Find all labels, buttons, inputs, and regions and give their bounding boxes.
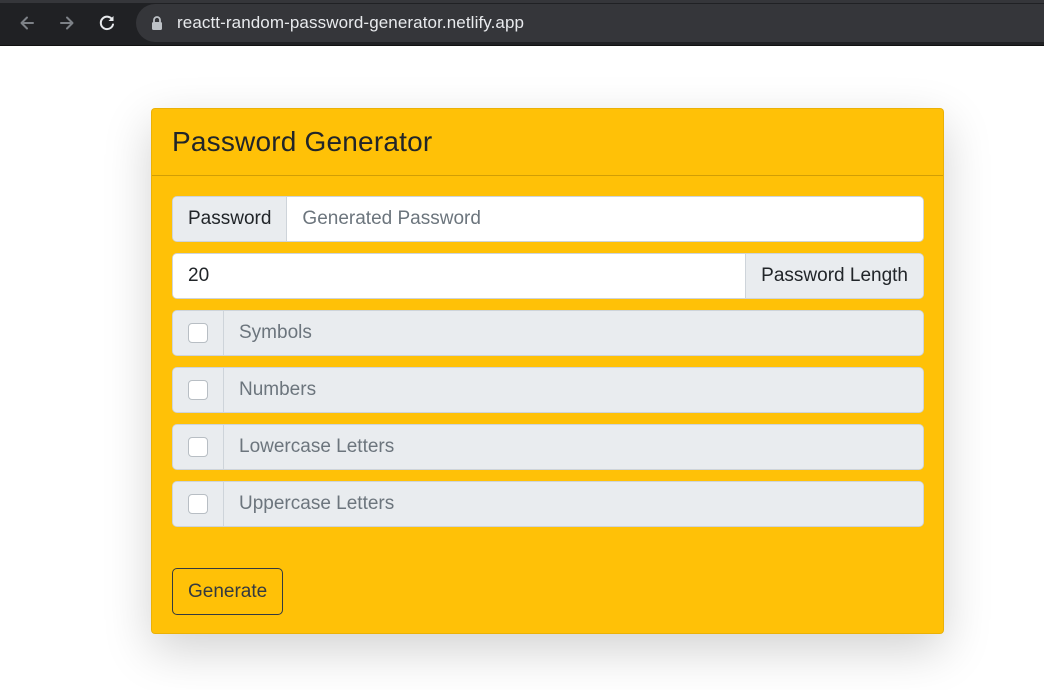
checkbox-cell [173,425,224,469]
reload-button[interactable] [87,3,127,43]
card-body: Password Password Length Symbols Numbers… [152,176,943,615]
reload-icon [99,15,114,30]
option-symbols: Symbols [172,310,924,356]
forward-button[interactable] [47,3,87,43]
uppercase-label: Uppercase Letters [224,482,923,526]
lowercase-checkbox[interactable] [188,437,208,457]
uppercase-checkbox[interactable] [188,494,208,514]
checkbox-cell [173,368,224,412]
arrow-left-icon [20,16,34,29]
card-header: Password Generator [152,109,943,176]
password-length-label: Password Length [745,254,923,298]
password-length-field[interactable] [173,254,746,298]
back-button[interactable] [7,3,47,43]
password-output-field[interactable] [287,197,923,241]
password-group: Password [172,196,924,242]
symbols-label: Symbols [224,311,923,355]
password-label: Password [173,197,288,241]
option-uppercase: Uppercase Letters [172,481,924,527]
generate-button[interactable]: Generate [172,568,284,615]
option-lowercase: Lowercase Letters [172,424,924,470]
lowercase-label: Lowercase Letters [224,425,923,469]
address-bar[interactable]: reactt-random-password-generator.netlify… [136,4,1044,42]
arrow-right-icon [60,16,74,29]
option-numbers: Numbers [172,367,924,413]
browser-toolbar: reactt-random-password-generator.netlify… [0,0,1044,46]
lock-icon [150,16,164,30]
page-title: Password Generator [172,126,433,157]
length-group: Password Length [172,253,924,299]
checkbox-cell [173,482,224,526]
numbers-label: Numbers [224,368,923,412]
numbers-checkbox[interactable] [188,380,208,400]
url-text: reactt-random-password-generator.netlify… [177,13,525,32]
password-generator-card: Password Generator Password Password Len… [151,108,944,634]
checkbox-cell [173,311,224,355]
symbols-checkbox[interactable] [188,323,208,343]
